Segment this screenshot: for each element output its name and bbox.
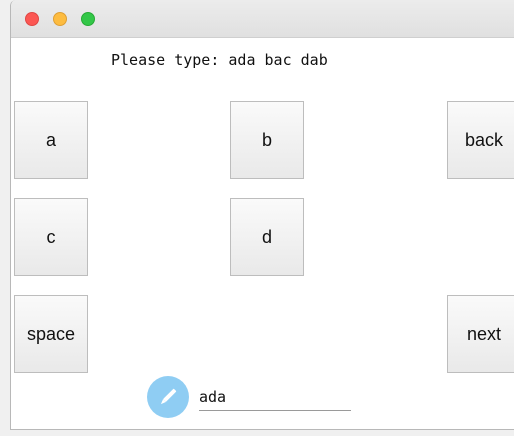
minimize-window-button[interactable] — [53, 12, 67, 26]
typing-prompt: Please type: ada bac dab — [111, 51, 328, 69]
back-button[interactable]: back — [447, 101, 514, 179]
pencil-icon-glyph — [160, 388, 177, 405]
space-button[interactable]: space — [14, 295, 88, 373]
key-c-button[interactable]: c — [14, 198, 88, 276]
title-bar[interactable] — [11, 0, 514, 38]
key-a-button[interactable]: a — [14, 101, 88, 179]
key-b-button[interactable]: b — [230, 101, 304, 179]
typed-text-field[interactable] — [199, 384, 351, 411]
close-window-button[interactable] — [25, 12, 39, 26]
pencil-icon — [147, 376, 189, 418]
next-button[interactable]: next — [447, 295, 514, 373]
maximize-window-button[interactable] — [81, 12, 95, 26]
key-d-button[interactable]: d — [230, 198, 304, 276]
app-window: Please type: ada bac dab a b back c d sp… — [10, 0, 514, 430]
